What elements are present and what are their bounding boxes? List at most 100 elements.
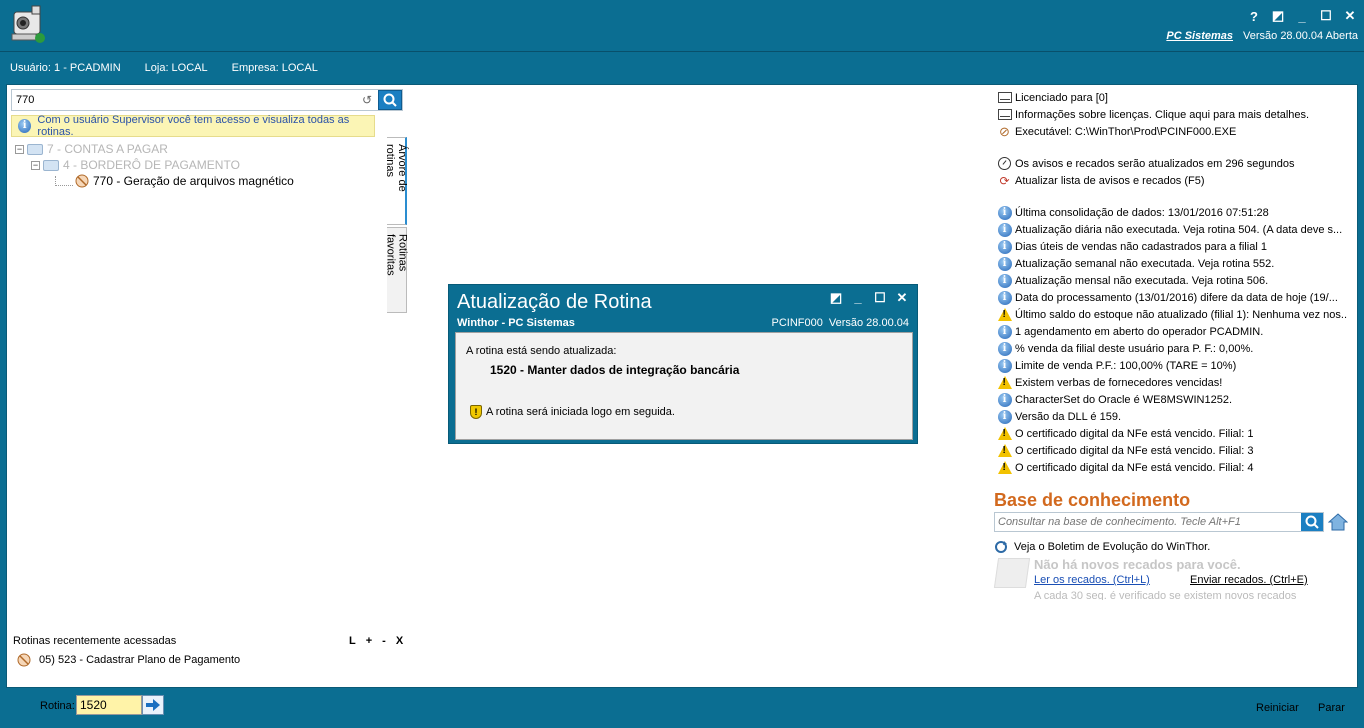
notice-item[interactable]: ⟳ Atualizar lista de avisos e recados (F5… [997,172,1347,189]
routine-go-button[interactable] [142,695,164,715]
notice-item[interactable]: i Versão da DLL é 159. [997,408,1347,425]
notice-item[interactable]: i% venda da filial deste usuário para P.… [997,340,1347,357]
notice-item[interactable]: O certificado digital da NFe está vencid… [997,442,1347,459]
notice-item[interactable]: Licenciado para [0] [997,89,1347,106]
arrow-right-icon [146,699,160,711]
notice-item[interactable]: i Atualização semanal não executada. Veja… [997,255,1347,272]
version-label: Versão 28.00.04 Aberta [1243,30,1358,42]
warning-icon [997,443,1012,458]
warning-icon [997,426,1012,441]
routine-icon [17,653,31,667]
recent-list-button[interactable]: L [349,635,356,647]
tree-node-bordero[interactable]: − 4 - BORDERÔ DE PAGAMENTO [15,157,379,173]
info-icon: i [997,341,1012,356]
recent-remove-button[interactable]: - [382,635,386,647]
notice-item[interactable]: O certificado digital da NFe está vencid… [997,425,1347,442]
notice-item[interactable]: i1 agendamento em aberto do operador PCA… [997,323,1347,340]
search-button[interactable] [378,90,402,110]
warning-icon [997,307,1012,322]
dialog-footer-text: A rotina será iniciada logo em seguida. [486,406,675,418]
info-bar: i Com o usuário Supervisor você tem aces… [11,114,375,138]
recent-controls: L + - X [349,635,403,647]
folder-icon [27,143,43,155]
restore-button[interactable]: ◩ [1270,8,1286,24]
search-icon [1305,515,1319,529]
notice-item[interactable]: O certificado digital da NFe está vencid… [997,459,1347,476]
notice-item[interactable]: i Última consolidação de dados: 13/01/201… [997,204,1347,221]
notice-text: O certificado digital da NFe está vencid… [1015,444,1254,457]
notice-item[interactable]: Informações sobre licenças. Clique aqui … [997,106,1347,123]
minimize-button[interactable]: _ [1294,8,1310,24]
notice-text: % venda da filial deste usuário para P. … [1015,342,1254,355]
collapse-icon[interactable]: − [31,160,40,170]
notice-item[interactable]: i Limite de venda P.F.: 100,00% (TARE = 1… [997,357,1347,374]
help-button[interactable]: ? [1246,8,1262,24]
home-icon[interactable] [1328,512,1348,532]
bottom-bar: Rotina: 1520 Reiniciar Parar [0,690,1364,728]
send-messages-link[interactable]: Enviar recados. (Ctrl+E) [1190,574,1308,586]
recent-clear-button[interactable]: X [396,635,403,647]
refresh-icon: ⟳ [999,173,1010,188]
app-logo-icon [11,5,45,43]
shield-warning-icon: ! [470,405,482,419]
check-interval-text: A cada 30 seg. é verificado se existem n… [1034,590,1297,600]
info-icon: i [997,256,1012,271]
read-messages-link[interactable]: Ler os recados. (Ctrl+L) [1034,574,1150,586]
user-label: Usuário: 1 - PCADMIN [10,62,121,74]
info-icon: i [997,409,1012,424]
maximize-button[interactable]: ☐ [1318,8,1334,24]
notice-text: Última consolidação de dados: 13/01/2016… [1015,206,1269,219]
notice-text: 1 agendamento em aberto do operador PCAD… [1015,325,1264,338]
notice-item[interactable]: i Atualização diária não executada. Veja … [997,221,1347,238]
notice-item[interactable]: Existem verbas de fornecedores vencidas! [997,374,1347,391]
undo-icon[interactable]: ↺ [360,93,374,107]
notice-text: O certificado digital da NFe está vencid… [1015,427,1254,440]
routine-search-input[interactable] [14,92,354,108]
recent-add-button[interactable]: + [366,635,372,647]
knowledge-search [994,512,1324,532]
folder-icon [43,159,59,171]
knowledge-search-input[interactable] [998,515,1298,529]
update-routine-dialog: Atualização de Rotina ◩ _ ☐ ✕ Winthor - … [448,284,918,444]
tab-routine-tree[interactable]: Árvore de rotinas [384,137,408,225]
close-button[interactable]: ✕ [1342,8,1358,24]
notice-text: Atualização mensal não executada. Veja r… [1015,274,1269,287]
dialog-restore-button[interactable]: ◩ [829,291,843,305]
dialog-routine-name: 1520 - Manter dados de integração bancár… [490,363,740,377]
dialog-close-button[interactable]: ✕ [895,291,909,305]
routine-input[interactable]: 1520 [76,695,142,715]
recent-routine-item[interactable]: 05) 523 - Cadastrar Plano de Pagamento [17,653,240,667]
notice-spacer [997,189,1347,204]
routine-label: Rotina: [40,700,75,712]
notices-panel: Licenciado para [0] Informações sobre lic… [997,89,1347,476]
brand-link[interactable]: PC Sistemas [1166,30,1233,42]
collapse-icon[interactable]: − [15,144,24,154]
notice-item[interactable]: i CharacterSet do Oracle é WE8MSWIN1252. [997,391,1347,408]
dialog-maximize-button[interactable]: ☐ [873,291,887,305]
notice-item[interactable]: i Atualização mensal não executada. Veja … [997,272,1347,289]
bulletin-link[interactable]: Veja o Boletim de Evolução do WinThor. [994,540,1210,554]
notice-item[interactable]: Último saldo do estoque não atualizado (… [997,306,1347,323]
restart-button[interactable]: Reiniciar [1256,702,1299,714]
tab-favorite-routines[interactable]: Rotinas favoritas [385,227,409,313]
notice-text: Atualização semanal não executada. Veja … [1015,257,1275,270]
notice-item[interactable]: i Data do processamento (13/01/2016) dife… [997,289,1347,306]
notice-item[interactable]: ⊘ Executável: C:\WinThor\Prod\PCINF000.EX… [997,123,1347,140]
tree-node-routine-770[interactable]: 770 - Geração de arquivos magnético [15,173,379,189]
routine-icon [75,174,89,188]
tree-connector [55,176,73,186]
notice-item[interactable]: Os avisos e recados serão atualizados em… [997,155,1347,172]
tree-node-contas-a-pagar[interactable]: − 7 - CONTAS A PAGAR [15,141,379,157]
info-icon: i [997,290,1012,305]
dialog-minimize-button[interactable]: _ [851,291,865,305]
dialog-subtitle: Winthor - PC Sistemas [457,317,575,329]
notice-text: Executável: C:\WinThor\Prod\PCINF000.EXE [1015,125,1237,138]
notice-text: Atualizar lista de avisos e recados (F5) [1015,174,1205,187]
stop-button[interactable]: Parar [1318,702,1345,714]
notice-item[interactable]: i Dias úteis de vendas não cadastrados pa… [997,238,1347,255]
no-messages-text: Não há novos recados para você. [1034,557,1241,572]
knowledge-search-button[interactable] [1301,513,1323,531]
knowledge-base-title: Base de conhecimento [994,490,1191,510]
routine-tree: − 7 - CONTAS A PAGAR − 4 - BORDERÔ DE PA… [15,141,379,189]
clock-icon [997,156,1012,171]
